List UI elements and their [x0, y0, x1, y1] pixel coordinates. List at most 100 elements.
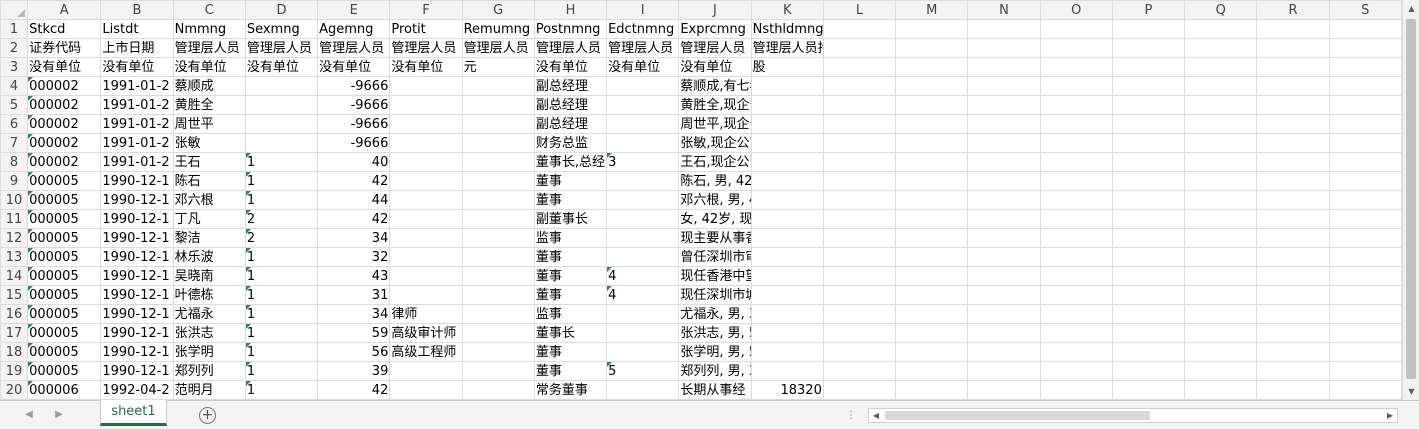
- cell-p1[interactable]: [1111, 19, 1186, 39]
- cell-l19[interactable]: [822, 361, 897, 381]
- cell-g5[interactable]: [461, 95, 535, 115]
- column-header-k[interactable]: K: [750, 0, 824, 20]
- cell-a4[interactable]: 000002: [27, 76, 102, 96]
- cell-a1[interactable]: Stkcd: [27, 19, 102, 39]
- cell-s9[interactable]: [1328, 171, 1402, 191]
- cell-q14[interactable]: [1184, 266, 1258, 286]
- cell-l20[interactable]: [822, 380, 897, 400]
- vertical-scroll-thumb[interactable]: [1406, 19, 1416, 379]
- cell-a7[interactable]: 000002: [27, 133, 102, 153]
- cell-m18[interactable]: [895, 342, 969, 362]
- cell-i19[interactable]: 5: [606, 361, 680, 381]
- cell-b15[interactable]: 1990-12-1: [100, 285, 174, 305]
- cell-l5[interactable]: [822, 95, 897, 115]
- cell-j10[interactable]: 邓六根, 男, 44岁, 香港中望（集团）有限公司创办人, 现任香笕上市公 司中…: [678, 190, 752, 210]
- cell-l11[interactable]: [822, 209, 897, 229]
- cell-n11[interactable]: [967, 209, 1041, 229]
- column-header-j[interactable]: J: [678, 0, 752, 20]
- cell-b1[interactable]: Listdt: [100, 19, 174, 39]
- column-header-c[interactable]: C: [172, 0, 246, 20]
- cell-q3[interactable]: [1184, 57, 1258, 77]
- cell-d11[interactable]: 2: [244, 209, 319, 229]
- column-header-b[interactable]: B: [100, 0, 174, 20]
- cell-o14[interactable]: [1039, 266, 1113, 286]
- cell-g20[interactable]: [461, 380, 535, 400]
- cell-p19[interactable]: [1111, 361, 1186, 381]
- cell-n14[interactable]: [967, 266, 1041, 286]
- add-sheet-button[interactable]: +: [199, 407, 216, 424]
- cell-f8[interactable]: [389, 152, 463, 172]
- cell-l4[interactable]: [822, 76, 897, 96]
- cell-f12[interactable]: [389, 228, 463, 248]
- column-header-n[interactable]: N: [967, 0, 1041, 20]
- cell-q8[interactable]: [1184, 152, 1258, 172]
- cell-p16[interactable]: [1111, 304, 1186, 324]
- cell-q16[interactable]: [1184, 304, 1258, 324]
- cell-d2[interactable]: 管理层人员: [244, 38, 319, 58]
- cell-q20[interactable]: [1184, 380, 1258, 400]
- cell-o11[interactable]: [1039, 209, 1113, 229]
- row-header[interactable]: 18: [0, 342, 29, 362]
- cell-n8[interactable]: [967, 152, 1041, 172]
- cell-q7[interactable]: [1184, 133, 1258, 153]
- cell-j19[interactable]: 郑列列, 男, 39岁, 经济学博士, 曾任教于美国威斯康星大学经济系, 先后在…: [678, 361, 752, 381]
- cell-k19[interactable]: [750, 361, 824, 381]
- cell-c11[interactable]: 丁凡: [172, 209, 246, 229]
- cell-k6[interactable]: [750, 114, 824, 134]
- cell-k20[interactable]: 18320: [750, 380, 824, 400]
- scroll-up-arrow-icon[interactable]: ▲: [1403, 0, 1419, 17]
- cell-l17[interactable]: [822, 323, 897, 343]
- split-handle-icon[interactable]: ⋮: [844, 409, 858, 423]
- cell-c7[interactable]: 张敏: [172, 133, 246, 153]
- cell-g11[interactable]: [461, 209, 535, 229]
- cell-g6[interactable]: [461, 114, 535, 134]
- cell-s13[interactable]: [1328, 247, 1402, 267]
- cell-f19[interactable]: [389, 361, 463, 381]
- cell-f1[interactable]: Protit: [389, 19, 463, 39]
- cell-s1[interactable]: [1328, 19, 1402, 39]
- cell-h2[interactable]: 管理层人员: [533, 38, 608, 58]
- cell-o10[interactable]: [1039, 190, 1113, 210]
- cell-g13[interactable]: [461, 247, 535, 267]
- cell-s12[interactable]: [1328, 228, 1402, 248]
- cell-l18[interactable]: [822, 342, 897, 362]
- cell-o15[interactable]: [1039, 285, 1113, 305]
- row-header[interactable]: 17: [0, 323, 29, 343]
- cell-b17[interactable]: 1990-12-1: [100, 323, 174, 343]
- cell-i12[interactable]: [606, 228, 680, 248]
- cell-b2[interactable]: 上市日期: [100, 38, 174, 58]
- cell-p12[interactable]: [1111, 228, 1186, 248]
- cell-i18[interactable]: [606, 342, 680, 362]
- cell-a11[interactable]: 000005: [27, 209, 102, 229]
- cell-s10[interactable]: [1328, 190, 1402, 210]
- cell-h10[interactable]: 董事: [533, 190, 608, 210]
- cell-p9[interactable]: [1111, 171, 1186, 191]
- cell-b12[interactable]: 1990-12-1: [100, 228, 174, 248]
- cell-m11[interactable]: [895, 209, 969, 229]
- cell-q13[interactable]: [1184, 247, 1258, 267]
- cell-d20[interactable]: 1: [244, 380, 319, 400]
- cell-o19[interactable]: [1039, 361, 1113, 381]
- cell-h4[interactable]: 副总经理: [533, 76, 608, 96]
- cell-j1[interactable]: Exprcmng: [678, 19, 752, 39]
- cell-k16[interactable]: [750, 304, 824, 324]
- cell-n2[interactable]: [967, 38, 1041, 58]
- cell-a15[interactable]: 000005: [27, 285, 102, 305]
- cell-j18[interactable]: 张学明, 男, 56岁, 高级工程师, 现任深圳市城建开发（集团）公司执行董事总…: [678, 342, 752, 362]
- cell-f16[interactable]: 律师: [389, 304, 463, 324]
- cell-b18[interactable]: 1990-12-1: [100, 342, 174, 362]
- cell-h12[interactable]: 监事: [533, 228, 608, 248]
- cell-b4[interactable]: 1991-01-2: [100, 76, 174, 96]
- cell-n10[interactable]: [967, 190, 1041, 210]
- cell-p3[interactable]: [1111, 57, 1186, 77]
- cell-c2[interactable]: 管理层人员: [172, 38, 246, 58]
- cell-a9[interactable]: 000005: [27, 171, 102, 191]
- cell-j8[interactable]: 王石,现企公司创办人之一,有八年的经营进出口业务经验和五年公司业务拓展和管理经验…: [678, 152, 752, 172]
- cell-d5[interactable]: [244, 95, 319, 115]
- cell-o5[interactable]: [1039, 95, 1113, 115]
- column-header-l[interactable]: L: [822, 0, 897, 20]
- cell-i5[interactable]: [606, 95, 680, 115]
- cell-k15[interactable]: [750, 285, 824, 305]
- cell-d3[interactable]: 没有单位: [244, 57, 319, 77]
- cell-r17[interactable]: [1256, 323, 1330, 343]
